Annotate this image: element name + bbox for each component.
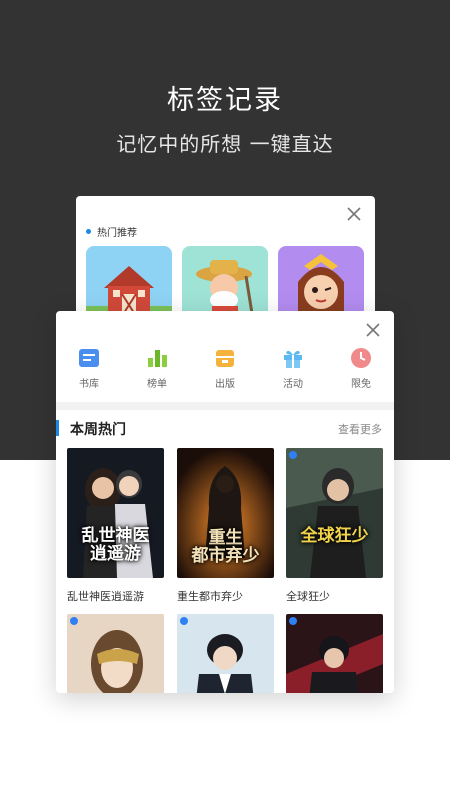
category-label: 书库 bbox=[79, 379, 99, 390]
close-icon[interactable] bbox=[364, 321, 382, 339]
cover-title: 乱世神医 逍遥游 bbox=[81, 526, 150, 564]
category-label: 活动 bbox=[283, 379, 303, 390]
publish-icon bbox=[216, 350, 234, 367]
book-card[interactable]: 全球狂少 全球狂少 bbox=[286, 448, 383, 604]
book-card[interactable]: 乱世神医 逍遥游 乱世神医逍遥游 bbox=[67, 448, 164, 604]
platform-badge-icon bbox=[180, 617, 188, 625]
back-preview-card: 热门推荐 bbox=[76, 196, 375, 326]
category-bar: 书库 榜单 出版 活动 限免 bbox=[56, 347, 394, 399]
clock-icon bbox=[351, 348, 371, 368]
book-cover: 全球狂少 bbox=[286, 448, 383, 578]
book-card[interactable]: 重生 都市弃少 重生都市弃少 bbox=[177, 448, 274, 604]
intro-title: 标签记录 bbox=[167, 85, 283, 116]
intro-subtitle: 记忆中的所想 一键直达 bbox=[116, 132, 334, 156]
category-ranking[interactable]: 榜单 bbox=[127, 347, 187, 390]
close-icon[interactable] bbox=[345, 205, 363, 223]
hot-recommend-label: 热门推荐 bbox=[97, 228, 137, 239]
book-cover: 重生 都市弃少 bbox=[177, 448, 274, 578]
category-label: 榜单 bbox=[147, 379, 167, 390]
library-icon bbox=[79, 349, 99, 367]
book-cover: 乱世神医 逍遥游 bbox=[67, 448, 164, 578]
category-publish[interactable]: 出版 bbox=[195, 347, 255, 390]
platform-badge-icon bbox=[289, 617, 297, 625]
book-title: 重生都市弃少 bbox=[177, 590, 243, 603]
section-title: 本周热门 bbox=[70, 422, 126, 438]
gift-icon bbox=[284, 350, 302, 368]
category-library[interactable]: 书库 bbox=[59, 347, 119, 390]
book-cover bbox=[286, 614, 383, 693]
book-title: 乱世神医逍遥游 bbox=[67, 590, 144, 603]
book-cover bbox=[67, 614, 164, 693]
book-card[interactable] bbox=[286, 614, 383, 693]
book-cover bbox=[177, 614, 274, 693]
platform-badge-icon bbox=[70, 617, 78, 625]
see-more-link[interactable]: 查看更多 bbox=[338, 421, 382, 437]
bullet-dot bbox=[86, 229, 91, 234]
platform-badge-icon bbox=[289, 451, 297, 459]
category-free[interactable]: 限免 bbox=[331, 347, 391, 390]
cover-title: 全球狂少 bbox=[300, 526, 369, 546]
category-activity[interactable]: 活动 bbox=[263, 347, 323, 390]
section-accent-bar bbox=[56, 420, 59, 436]
book-card[interactable] bbox=[177, 614, 274, 693]
front-preview-card: 书库 榜单 出版 活动 限免 本周热门 查看更多 乱世神医 逍遥游 乱世神医逍遥… bbox=[56, 311, 394, 693]
ranking-icon bbox=[148, 350, 167, 367]
book-card[interactable] bbox=[67, 614, 164, 693]
category-label: 出版 bbox=[215, 379, 235, 390]
section-divider bbox=[56, 402, 394, 410]
book-title: 全球狂少 bbox=[286, 590, 330, 603]
category-label: 限免 bbox=[351, 379, 371, 390]
cover-title: 重生 都市弃少 bbox=[191, 528, 260, 566]
hot-recommend-heading: 热门推荐 bbox=[86, 224, 137, 239]
